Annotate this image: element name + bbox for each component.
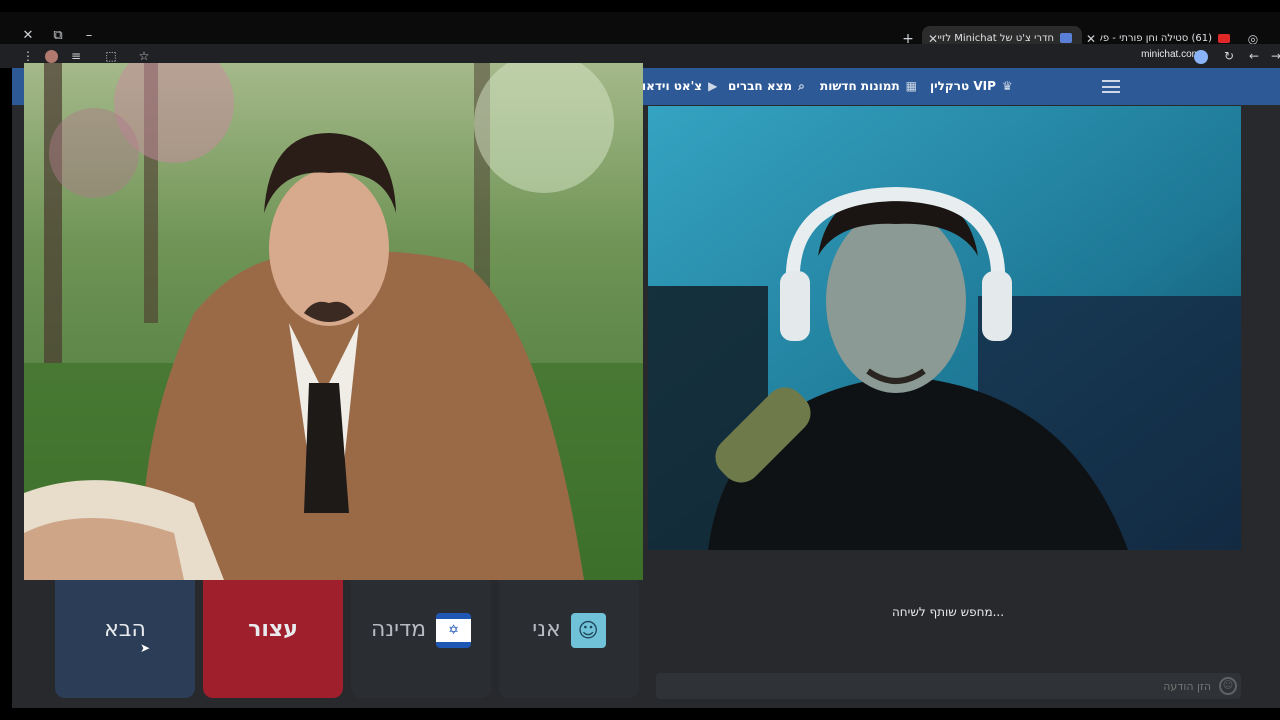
me-button-label: אני: [532, 617, 561, 642]
grid-icon: ▦: [905, 79, 917, 93]
stop-button-label: עצור: [248, 617, 298, 642]
minimize-window-icon[interactable]: –: [79, 26, 99, 46]
restore-window-icon[interactable]: ⧉: [48, 26, 68, 46]
partner-video: [24, 63, 643, 580]
nav-video-chat-label: צ'אט וידאו: [642, 79, 703, 93]
country-button[interactable]: ✡ מדינה: [351, 580, 491, 698]
next-button-label: הבא: [104, 617, 146, 642]
hamburger-menu-icon[interactable]: [1102, 80, 1120, 93]
crown-icon: ♛: [1001, 79, 1013, 93]
nav-find-friends-label: מצא חברים: [728, 79, 793, 93]
nav-new-photos-label: תמונות חדשות: [820, 79, 900, 93]
mouse-cursor-icon: ➤: [140, 641, 151, 655]
site-info-icon[interactable]: [1191, 46, 1211, 66]
youtube-icon: [1218, 33, 1230, 43]
close-window-icon[interactable]: ✕: [18, 26, 38, 46]
country-button-label: מדינה: [370, 617, 427, 642]
partner-video-frame: [24, 63, 643, 580]
nav-video-chat[interactable]: ▶ צ'אט וידאו: [642, 68, 717, 105]
nav-vip-lounge[interactable]: ♛ VIP טרקלין: [930, 68, 1013, 105]
reload-icon[interactable]: ↻: [1219, 46, 1239, 66]
chat-icon: [1060, 33, 1072, 43]
tab-label: (61) סטילה וחן פורתי - פשוט תו: [1100, 33, 1212, 44]
message-input-box[interactable]: ☺: [656, 673, 1241, 699]
nav-find-friends[interactable]: ⌕ מצא חברים: [728, 68, 805, 105]
browser-tab-bar: ✕ ⧉ – + חדרי צ'ט של Minichat לזיי ✕ (61)…: [0, 0, 1280, 52]
nav-vip-label: VIP טרקלין: [930, 79, 996, 93]
me-button[interactable]: ☺ אני: [499, 580, 639, 698]
user-avatar-icon: ☺: [570, 612, 606, 648]
forward-icon[interactable]: →: [1266, 46, 1280, 66]
next-button[interactable]: הבא: [55, 580, 195, 698]
self-video-frame: [648, 106, 1241, 550]
stop-button[interactable]: עצור: [203, 580, 343, 698]
tab-label: חדרי צ'ט של Minichat לזיי: [937, 33, 1054, 44]
message-input[interactable]: [656, 673, 1241, 699]
nav-new-photos[interactable]: ▦ תמונות חדשות: [820, 68, 917, 105]
israel-flag-icon: ✡: [436, 612, 472, 648]
back-icon[interactable]: ←: [1244, 46, 1264, 66]
self-video: [648, 106, 1241, 550]
emoji-icon[interactable]: ☺: [1219, 677, 1237, 695]
search-status-text: ...מחפש שותף לשיחה: [891, 605, 1005, 619]
video-camera-icon: ▶: [708, 79, 718, 93]
search-icon: ⌕: [798, 79, 805, 93]
